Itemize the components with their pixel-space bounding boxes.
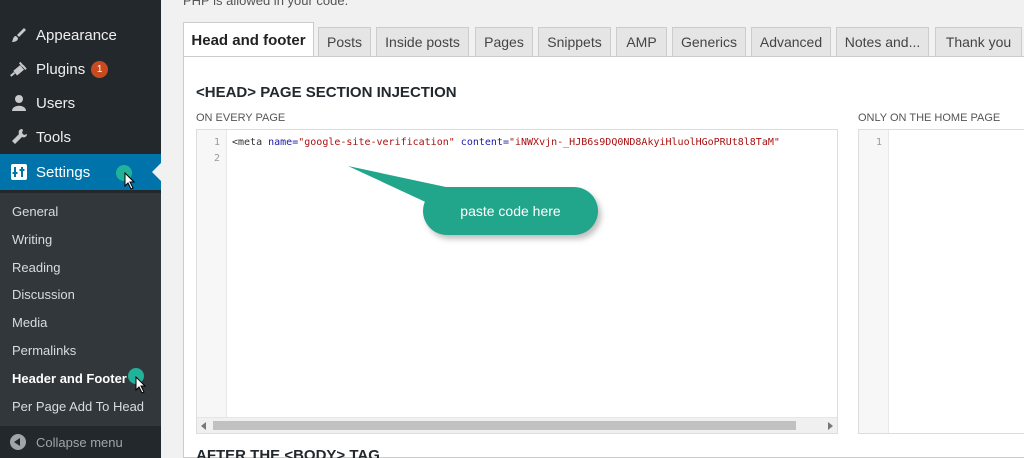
menu-item-label: Appearance [36,26,117,44]
after-body-section-title: AFTER THE <BODY> TAG [196,447,380,458]
menu-item-plugins[interactable]: Plugins 1 [0,52,161,86]
menu-item-users[interactable]: Users [0,86,161,120]
line-number: 2 [213,153,220,164]
submenu-item-header-and-footer[interactable]: Header and Footer [12,371,127,386]
line-number: 1 [213,137,220,148]
collapse-menu-label: Collapse menu [36,434,123,450]
every-page-label: ON EVERY PAGE [196,112,286,124]
menu-item-appearance[interactable]: Appearance [0,18,161,52]
menu-item-label: Settings [36,163,91,181]
code-attr: name= [268,137,299,148]
settings-icon [10,163,28,181]
line-number: 1 [875,137,882,148]
tab-head-and-footer[interactable]: Head and footer [183,22,314,57]
mouse-pointer-icon [135,376,147,394]
tab-pages[interactable]: Pages [475,27,533,56]
home-page-label: ONLY ON THE HOME PAGE [858,112,1001,124]
submenu-item-general[interactable]: General [12,204,58,219]
plugin-update-badge: 1 [91,60,109,78]
line-number-gutter: 1 [859,130,889,433]
every-page-code-editor[interactable]: 1 2 <meta name="google-site-verification… [196,129,838,434]
tab-notes[interactable]: Notes and... [836,27,929,56]
menu-item-settings[interactable]: Settings [0,154,161,190]
menu-item-label: Users [36,94,76,112]
code-line: <meta name="google-site-verification" co… [232,137,832,148]
code-string: "iNWXvjn-_HJB6s9DQ0ND8AkyiHluolHGoPRUt8l… [508,137,780,148]
collapse-arrow-icon [10,434,26,450]
tab-advanced[interactable]: Advanced [751,27,831,56]
code-string: "google-site-verification" [298,137,455,148]
horizontal-scrollbar[interactable] [197,417,837,433]
tab-panel: <HEAD> PAGE SECTION INJECTION ON EVERY P… [183,56,1024,458]
submenu-item-media[interactable]: Media [12,315,47,330]
submenu-item-reading[interactable]: Reading [12,260,60,275]
tab-amp[interactable]: AMP [616,27,667,56]
plugin-icon [10,60,28,78]
php-allowed-note: PHP is allowed in your code. [183,0,349,8]
submenu-item-per-page-add-to-head[interactable]: Per Page Add To Head [12,399,144,414]
wrench-icon [10,128,28,146]
scroll-left-icon[interactable] [201,422,206,430]
menu-item-label: Tools [36,128,72,146]
code-tag: <meta [232,137,269,148]
tab-inside-posts[interactable]: Inside posts [376,27,469,56]
active-indicator [152,163,161,181]
tab-snippets[interactable]: Snippets [538,27,611,56]
scrollbar-thumb[interactable] [213,421,796,430]
menu-item-tools[interactable]: Tools [0,120,161,154]
submenu-item-discussion[interactable]: Discussion [12,287,75,302]
mouse-pointer-icon [124,172,136,190]
submenu-item-permalinks[interactable]: Permalinks [12,343,76,358]
code-attr: content= [454,137,509,148]
tab-thank-you[interactable]: Thank you [935,27,1022,56]
line-number-gutter: 1 2 [197,130,227,433]
tab-generics[interactable]: Generics [672,27,746,56]
paintbrush-icon [10,26,28,44]
menu-item-label: Plugins [36,60,86,78]
submenu-item-writing[interactable]: Writing [12,232,52,247]
paste-code-callout: paste code here [423,187,598,235]
collapse-menu-button[interactable]: Collapse menu [0,426,161,458]
scroll-right-icon[interactable] [828,422,833,430]
home-page-code-editor[interactable]: 1 [858,129,1024,434]
section-title: <HEAD> PAGE SECTION INJECTION [196,84,457,101]
user-icon [10,94,28,112]
admin-sidebar: Appearance Plugins 1 Users Tools Setting… [0,0,161,458]
tab-posts[interactable]: Posts [318,27,371,56]
